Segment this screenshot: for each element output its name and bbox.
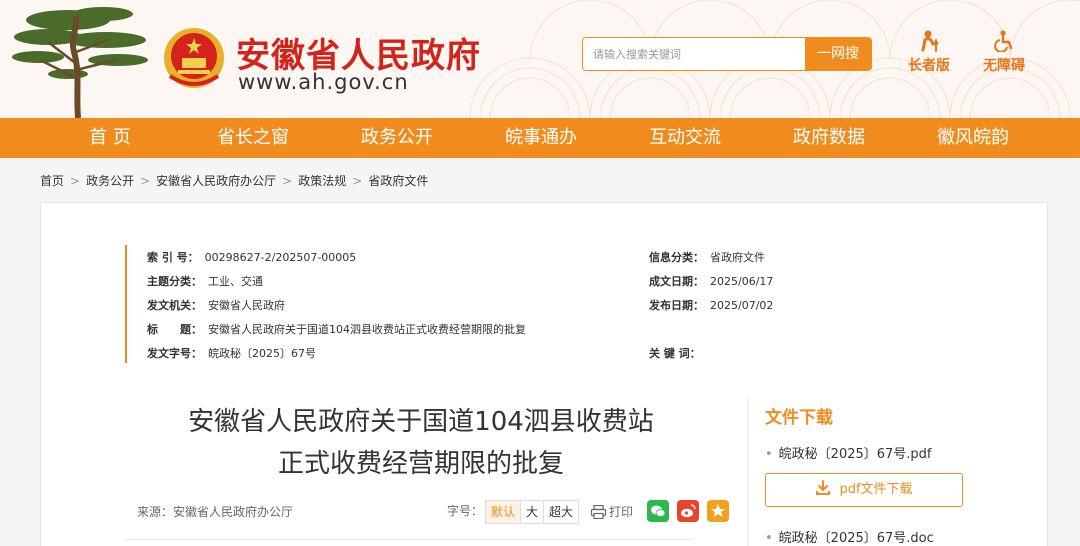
search-input[interactable]: [583, 38, 805, 70]
meta-keywords: 关 键 词：: [649, 345, 701, 361]
meta-label: 主题分类：: [147, 275, 202, 288]
download-icon: [816, 480, 831, 495]
nav-item-interaction[interactable]: 互动交流: [635, 118, 735, 158]
meta-value: 安徽省人民政府: [208, 299, 285, 312]
fontsize-default-button[interactable]: 默认: [486, 501, 522, 523]
meta-label: 索 引 号：: [147, 251, 199, 264]
nav-item-governor[interactable]: 省长之窗: [203, 118, 303, 158]
sidebar-divider: [747, 395, 749, 546]
meta-value: 00298627-2/202507-00005: [204, 251, 357, 264]
document-title-line: 安徽省人民政府关于国道104泗县收费站: [188, 407, 654, 437]
elder-mode-label: 长者版: [908, 58, 950, 74]
chevron-right-icon: >: [70, 174, 81, 188]
download-file-name: 皖政秘〔2025〕67号.pdf: [778, 447, 932, 462]
breadcrumb-item[interactable]: 省政府文件: [368, 172, 428, 189]
pdf-download-label: pdf文件下载: [839, 482, 913, 497]
breadcrumb-item[interactable]: 政务公开: [86, 172, 134, 189]
favorite-share-icon[interactable]: [707, 500, 729, 522]
elder-mode-button[interactable]: 长者版: [904, 30, 954, 75]
pdf-download-button[interactable]: pdf文件下载: [765, 473, 963, 507]
accessibility-label: 无障碍: [983, 58, 1025, 74]
site-header: 安徽省人民政府 www.ah.gov.cn 一网搜 长者版 无障碍: [0, 0, 1080, 118]
document-title: 安徽省人民政府关于国道104泗县收费站 正式收费经营期限的批复: [141, 401, 701, 485]
downloads-title: 文件下载: [765, 408, 833, 428]
download-file-doc[interactable]: • 皖政秘〔2025〕67号.doc: [765, 527, 934, 546]
breadcrumb: 首页 > 政务公开 > 安徽省人民政府办公厅 > 政策法规 > 省政府文件: [40, 172, 428, 189]
search-box: 一网搜: [582, 37, 872, 71]
nav-item-gov-data[interactable]: 政府数据: [779, 118, 879, 158]
meta-value: 皖政秘〔2025〕67号: [208, 347, 316, 360]
accessibility-button[interactable]: 无障碍: [978, 30, 1030, 75]
meta-index: 索 引 号： 00298627-2/202507-00005: [147, 249, 356, 265]
pine-tree-logo: [12, 7, 148, 118]
meta-value: 工业、交通: [208, 275, 263, 288]
meta-category: 信息分类： 省政府文件: [649, 249, 765, 265]
meta-docno: 发文字号： 皖政秘〔2025〕67号: [147, 345, 316, 361]
site-url: www.ah.gov.cn: [238, 70, 409, 94]
meta-created: 成文日期： 2025/06/17: [649, 273, 773, 289]
fontsize-large-button[interactable]: 大: [521, 501, 545, 523]
download-file-pdf[interactable]: • 皖政秘〔2025〕67号.pdf: [765, 443, 932, 462]
meta-label: 关 键 词：: [649, 347, 701, 360]
print-button[interactable]: 打印: [590, 503, 634, 520]
meta-value: 2025/07/02: [710, 299, 774, 312]
download-file-name: 皖政秘〔2025〕67号.doc: [778, 531, 934, 546]
nav-item-culture[interactable]: 徽风皖韵: [923, 118, 1023, 158]
document-source: 来源：安徽省人民政府办公厅: [137, 505, 294, 519]
fontsize-label: 字号：: [447, 504, 484, 518]
national-emblem-icon: [164, 28, 224, 88]
print-label: 打印: [609, 505, 634, 519]
printer-icon: [590, 504, 607, 520]
meta-issuer: 发文机关： 安徽省人民政府: [147, 297, 285, 313]
nav-item-services[interactable]: 皖事通办: [491, 118, 591, 158]
chevron-right-icon: >: [140, 174, 151, 188]
meta-label: 信息分类：: [649, 251, 704, 264]
meta-value: 省政府文件: [710, 251, 765, 264]
nav-item-home[interactable]: 首 页: [60, 118, 160, 158]
bullet-icon: •: [765, 531, 773, 546]
fontsize-switcher: 默认 大 超大: [485, 500, 580, 524]
divider: [125, 539, 693, 540]
meta-label: 成文日期：: [649, 275, 704, 288]
document-meta: 索 引 号： 00298627-2/202507-00005 主题分类： 工业、交通…: [125, 245, 785, 363]
content-panel: 索 引 号： 00298627-2/202507-00005 主题分类： 工业、交通…: [40, 202, 1048, 546]
meta-label: 标 题：: [147, 323, 202, 336]
meta-value: 安徽省人民政府关于国道104泗县收费站正式收费经营期限的批复: [208, 323, 526, 336]
breadcrumb-item[interactable]: 首页: [40, 172, 64, 189]
meta-label: 发文字号：: [147, 347, 202, 360]
meta-label: 发布日期：: [649, 299, 704, 312]
chevron-right-icon: >: [282, 174, 293, 188]
meta-topic: 主题分类： 工业、交通: [147, 273, 263, 289]
fontsize-xlarge-button[interactable]: 超大: [544, 501, 578, 523]
meta-published: 发布日期： 2025/07/02: [649, 297, 773, 313]
nav-item-gov-affairs[interactable]: 政务公开: [347, 118, 447, 158]
meta-title: 标 题： 安徽省人民政府关于国道104泗县收费站正式收费经营期限的批复: [147, 321, 526, 337]
chevron-right-icon: >: [352, 174, 363, 188]
elder-icon: [921, 30, 939, 52]
wechat-share-icon[interactable]: [647, 500, 669, 522]
meta-value: 2025/06/17: [710, 275, 774, 288]
breadcrumb-item[interactable]: 安徽省人民政府办公厅: [156, 172, 276, 189]
meta-label: 发文机关：: [147, 299, 202, 312]
weibo-share-icon[interactable]: [677, 500, 699, 522]
bullet-icon: •: [765, 447, 773, 462]
document-title-line: 正式收费经营期限的批复: [277, 449, 564, 479]
breadcrumb-item[interactable]: 政策法规: [298, 172, 346, 189]
main-nav: 首 页 省长之窗 政务公开 皖事通办 互动交流 政府数据 徽风皖韵: [0, 118, 1080, 158]
wheelchair-icon: [994, 30, 1013, 52]
search-button[interactable]: 一网搜: [805, 38, 871, 70]
